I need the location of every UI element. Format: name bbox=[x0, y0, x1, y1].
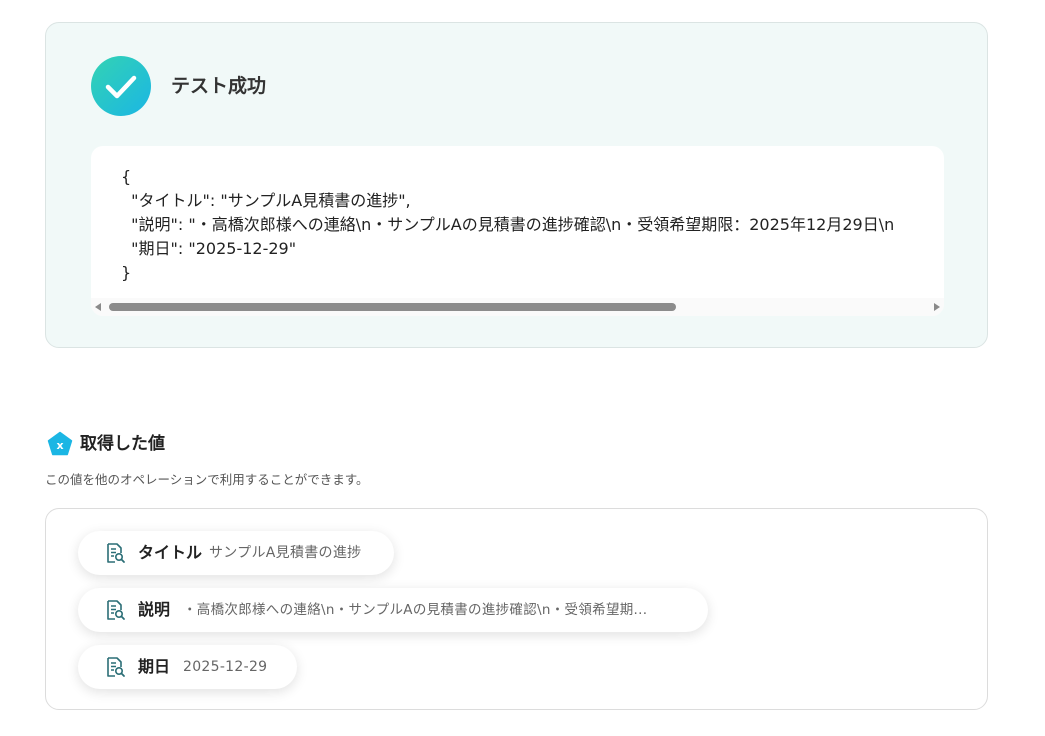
code-line: "説明": "・高橋次郎様への連絡\n・サンプルAの見積書の進捗確認\n・受領希… bbox=[121, 215, 895, 234]
value-chip-value: 2025-12-29 bbox=[183, 659, 268, 675]
value-chip-value: サンプルA見積書の進捗 bbox=[209, 545, 362, 561]
test-success-title: テスト成功 bbox=[171, 75, 267, 97]
value-chip-value: ・高橋次郎様への連絡\n・サンプルAの見積書の進捗確認\n・受領希望期... bbox=[183, 602, 648, 618]
code-line: "タイトル": "サンプルA見積書の進捗", bbox=[121, 191, 411, 210]
document-search-icon bbox=[107, 543, 125, 563]
scrollbar-thumb[interactable] bbox=[109, 303, 676, 311]
horizontal-scrollbar[interactable] bbox=[91, 298, 944, 316]
retrieved-values-list: タイトル サンプルA見積書の進捗 説明 ・高橋次郎様への連絡\n・サンプルAの見… bbox=[45, 508, 988, 710]
value-chip-label: 説明 bbox=[138, 600, 171, 619]
document-search-icon bbox=[107, 657, 125, 677]
code-line: { bbox=[121, 167, 132, 186]
svg-text:x: x bbox=[56, 439, 63, 452]
value-chip-label: 期日 bbox=[138, 657, 171, 676]
document-search-icon bbox=[107, 600, 125, 620]
json-output-box[interactable]: { "タイトル": "サンプルA見積書の進捗", "説明": "・高橋次郎様への… bbox=[91, 146, 944, 316]
pentagon-x-icon: x bbox=[47, 431, 73, 456]
json-output-text: { "タイトル": "サンプルA見積書の進捗", "説明": "・高橋次郎様への… bbox=[121, 165, 894, 285]
scroll-left-arrow-icon[interactable] bbox=[95, 303, 101, 311]
scroll-right-arrow-icon[interactable] bbox=[934, 303, 940, 311]
value-chip-title[interactable]: タイトル サンプルA見積書の進捗 bbox=[78, 531, 394, 575]
value-chip-label: タイトル bbox=[138, 543, 203, 562]
test-success-panel: テスト成功 { "タイトル": "サンプルA見積書の進捗", "説明": "・高… bbox=[45, 22, 988, 348]
code-line: } bbox=[121, 263, 132, 282]
value-chip-due-date[interactable]: 期日 2025-12-29 bbox=[78, 645, 297, 689]
retrieved-values-subtitle: この値を他のオペレーションで利用することができます。 bbox=[45, 472, 369, 487]
code-line: "期日": "2025-12-29" bbox=[121, 239, 297, 258]
retrieved-values-title: 取得した値 bbox=[80, 434, 165, 454]
value-chip-description[interactable]: 説明 ・高橋次郎様への連絡\n・サンプルAの見積書の進捗確認\n・受領希望期..… bbox=[78, 588, 708, 632]
checkmark-icon bbox=[91, 56, 151, 116]
